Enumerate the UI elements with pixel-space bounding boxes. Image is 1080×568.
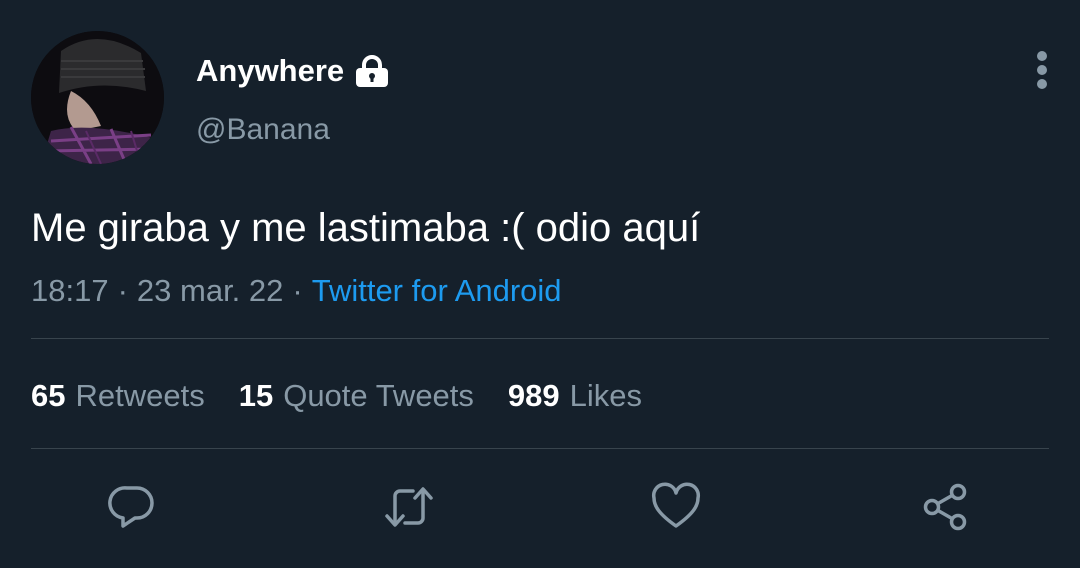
retweets-label: Retweets xyxy=(75,378,205,413)
reply-button[interactable] xyxy=(107,482,157,532)
divider xyxy=(31,338,1049,339)
tweet-date: 23 mar. 22 xyxy=(136,273,284,308)
more-vertical-icon[interactable] xyxy=(1028,48,1056,92)
reply-icon xyxy=(108,486,154,528)
retweet-button[interactable] xyxy=(384,482,434,532)
separator: · xyxy=(117,273,128,308)
display-name: Anywhere xyxy=(196,53,345,88)
share-icon xyxy=(923,483,967,531)
display-name-row[interactable]: Anywhere xyxy=(196,51,391,91)
retweets-stat[interactable]: 65 Retweets xyxy=(31,375,205,417)
tweet-source-link[interactable]: Twitter for Android xyxy=(312,273,562,308)
tweet-stats: 65 Retweets 15 Quote Tweets 989 Likes xyxy=(31,375,676,417)
retweet-icon xyxy=(385,487,433,527)
likes-stat[interactable]: 989 Likes xyxy=(508,375,642,417)
heart-icon xyxy=(651,482,701,528)
retweets-count: 65 xyxy=(31,378,66,413)
quote-tweets-stat[interactable]: 15 Quote Tweets xyxy=(239,375,474,417)
avatar-image xyxy=(31,31,164,164)
tweet-text: Me giraba y me lastimaba :( odio aquí xyxy=(31,206,701,250)
quote-tweets-label: Quote Tweets xyxy=(283,378,474,413)
like-button[interactable] xyxy=(651,482,701,532)
separator: · xyxy=(292,273,303,308)
avatar[interactable] xyxy=(31,31,164,164)
likes-label: Likes xyxy=(569,378,643,413)
share-button[interactable] xyxy=(920,482,970,532)
lock-icon xyxy=(353,55,391,87)
quote-tweets-count: 15 xyxy=(238,378,274,413)
likes-count: 989 xyxy=(507,378,560,413)
tweet-time: 18:17 xyxy=(31,273,109,308)
tweet-metadata: 18:17 · 23 mar. 22 · Twitter for Android xyxy=(31,271,562,311)
user-handle[interactable]: @Banana xyxy=(196,110,330,150)
divider xyxy=(31,448,1049,449)
